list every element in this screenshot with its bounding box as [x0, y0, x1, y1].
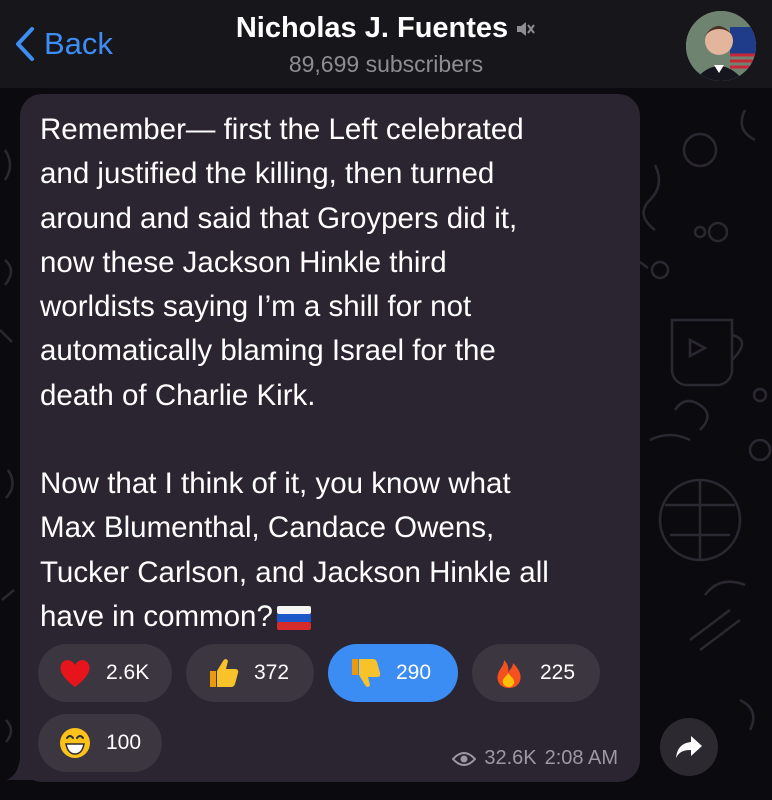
message-time: 2:08 AM: [544, 747, 618, 769]
fire-icon: [497, 660, 521, 688]
message-text-paragraph-2: Now that I think of it, you know what Ma…: [40, 462, 620, 639]
message-meta: 32.6K 2:08 AM: [452, 747, 618, 770]
view-count: 32.6K: [484, 747, 537, 769]
reaction-fire[interactable]: 225: [472, 644, 600, 702]
russian-flag-icon: [276, 605, 311, 630]
thumbs-up-icon: [210, 659, 239, 687]
share-arrow-icon: [676, 736, 702, 758]
message-text-paragraph-1: Remember— first the Left celebrated and …: [40, 113, 524, 412]
eye-icon: [452, 751, 477, 766]
channel-name: Nicholas J. Fuentes: [235, 12, 509, 44]
reaction-count: 225: [540, 661, 576, 684]
muted-icon: [517, 21, 535, 36]
red-heart-icon: [60, 660, 90, 687]
channel-info[interactable]: Nicholas J. Fuentes 89,699 subscribers: [200, 12, 572, 78]
bubble-tail: [6, 758, 36, 780]
back-button[interactable]: Back: [14, 24, 113, 64]
chevron-left-icon: [16, 27, 34, 61]
grinning-face-icon: [60, 728, 90, 758]
reaction-thumbs-down[interactable]: 290: [328, 644, 458, 702]
message-bubble[interactable]: Remember— first the Left celebrated and …: [20, 94, 640, 782]
reaction-count: 2.6K: [106, 661, 150, 684]
chat-header: Back Nicholas J. Fuentes 89,699 subscrib…: [0, 0, 772, 88]
reaction-grin[interactable]: 100: [38, 714, 162, 772]
subscriber-count: 89,699 subscribers: [288, 51, 484, 77]
channel-avatar[interactable]: [686, 11, 756, 81]
reaction-count: 290: [396, 661, 432, 684]
reaction-thumbs-up[interactable]: 372: [186, 644, 314, 702]
reaction-count: 100: [106, 731, 142, 754]
reaction-count: 372: [254, 661, 290, 684]
back-label: Back: [44, 26, 113, 61]
reaction-heart[interactable]: 2.6K: [38, 644, 172, 702]
thumbs-down-icon: [352, 659, 381, 687]
forward-button[interactable]: [660, 718, 718, 776]
